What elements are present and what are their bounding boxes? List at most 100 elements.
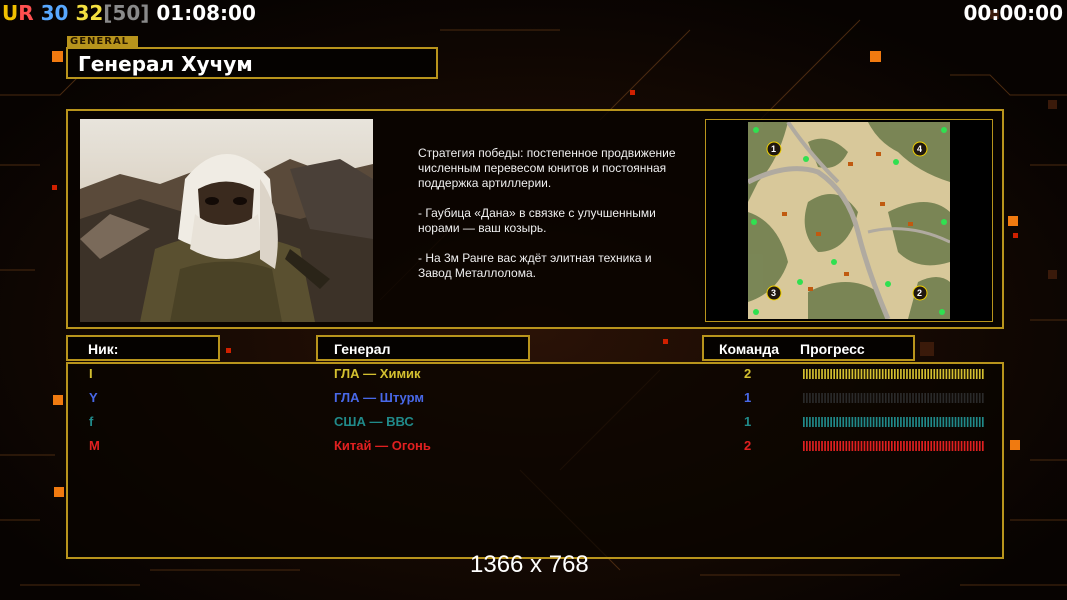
player-team: 2 bbox=[744, 438, 752, 453]
progress-tick bbox=[854, 441, 857, 451]
progress-tick bbox=[894, 369, 896, 379]
progress-tick bbox=[912, 441, 914, 451]
progress-tick bbox=[875, 441, 878, 451]
description-paragraph-1: Стратегия победы: постепенное продвижени… bbox=[418, 146, 676, 190]
progress-tick bbox=[818, 417, 820, 427]
progress-tick bbox=[978, 417, 981, 427]
header-general: Генерал bbox=[316, 335, 530, 361]
progress-tick bbox=[963, 369, 966, 379]
progress-tick bbox=[981, 417, 984, 427]
progress-tick bbox=[833, 441, 835, 451]
progress-tick bbox=[869, 369, 872, 379]
player-row: M Китай — Огонь 2 bbox=[68, 436, 1002, 458]
progress-tick bbox=[957, 369, 960, 379]
progress-tick bbox=[927, 441, 930, 451]
player-general: Китай — Огонь bbox=[334, 438, 431, 453]
progress-tick bbox=[860, 417, 863, 427]
player-progress-bar bbox=[803, 441, 984, 451]
player-row: I ГЛА — Химик 2 bbox=[68, 364, 1002, 386]
progress-tick bbox=[906, 369, 908, 379]
progress-tick bbox=[839, 441, 842, 451]
progress-tick bbox=[869, 417, 872, 427]
progress-tick bbox=[906, 393, 908, 403]
player-row: f США — ВВС 1 bbox=[68, 412, 1002, 434]
progress-tick bbox=[851, 417, 854, 427]
progress-tick bbox=[906, 441, 908, 451]
progress-tick bbox=[894, 417, 896, 427]
progress-tick bbox=[839, 369, 842, 379]
progress-tick bbox=[903, 441, 905, 451]
header-team-label: Команда bbox=[719, 341, 779, 357]
hud-value-1: 30 bbox=[40, 1, 69, 25]
progress-tick bbox=[975, 417, 978, 427]
progress-tick bbox=[969, 393, 972, 403]
progress-tick bbox=[948, 417, 951, 427]
progress-tick bbox=[884, 417, 887, 427]
map-start-2: 2 bbox=[917, 288, 922, 298]
progress-tick bbox=[966, 369, 969, 379]
progress-tick bbox=[842, 441, 845, 451]
progress-tick bbox=[824, 369, 826, 379]
progress-tick bbox=[821, 417, 823, 427]
progress-tick bbox=[933, 393, 936, 403]
progress-tick bbox=[975, 393, 978, 403]
progress-tick bbox=[918, 417, 920, 427]
progress-tick bbox=[848, 369, 851, 379]
progress-tick bbox=[954, 369, 957, 379]
progress-tick bbox=[927, 393, 930, 403]
progress-tick bbox=[830, 393, 832, 403]
progress-tick bbox=[894, 393, 896, 403]
progress-tick bbox=[975, 441, 978, 451]
progress-tick bbox=[881, 441, 884, 451]
progress-tick bbox=[809, 393, 811, 403]
progress-tick bbox=[936, 441, 939, 451]
progress-tick bbox=[951, 441, 954, 451]
progress-tick bbox=[903, 369, 905, 379]
player-team: 1 bbox=[744, 390, 752, 405]
progress-tick bbox=[809, 417, 811, 427]
progress-tick bbox=[818, 441, 820, 451]
progress-tick bbox=[936, 417, 939, 427]
progress-tick bbox=[815, 393, 817, 403]
progress-tick bbox=[963, 441, 966, 451]
progress-tick bbox=[960, 393, 963, 403]
progress-tick bbox=[897, 369, 899, 379]
progress-tick bbox=[933, 441, 936, 451]
progress-tick bbox=[833, 369, 835, 379]
player-general: ГЛА — Штурм bbox=[334, 390, 424, 405]
progress-tick bbox=[887, 441, 890, 451]
progress-tick bbox=[960, 441, 963, 451]
progress-tick bbox=[815, 369, 817, 379]
progress-tick bbox=[857, 393, 860, 403]
description-paragraph-2: - Гаубица «Дана» в связке с улучшенными … bbox=[418, 206, 656, 235]
progress-tick bbox=[975, 369, 978, 379]
map-image: 1 2 3 4 bbox=[748, 122, 950, 319]
progress-tick bbox=[824, 441, 826, 451]
progress-tick bbox=[806, 393, 808, 403]
progress-tick bbox=[906, 417, 908, 427]
player-team: 2 bbox=[744, 366, 752, 381]
progress-tick bbox=[845, 369, 848, 379]
progress-tick bbox=[921, 417, 923, 427]
progress-tick bbox=[978, 441, 981, 451]
progress-tick bbox=[912, 417, 914, 427]
map-start-4: 4 bbox=[917, 144, 922, 154]
progress-tick bbox=[833, 393, 835, 403]
player-general: ГЛА — Химик bbox=[334, 366, 421, 381]
progress-tick bbox=[803, 369, 805, 379]
player-progress-bar bbox=[803, 369, 984, 379]
progress-tick bbox=[842, 369, 845, 379]
progress-tick bbox=[903, 393, 905, 403]
progress-tick bbox=[924, 393, 926, 403]
progress-tick bbox=[909, 441, 911, 451]
hud-ur-u: U bbox=[2, 1, 19, 25]
progress-tick bbox=[824, 417, 826, 427]
progress-tick bbox=[981, 393, 984, 403]
progress-tick bbox=[963, 393, 966, 403]
progress-tick bbox=[872, 369, 875, 379]
player-row: Y ГЛА — Штурм 1 bbox=[68, 388, 1002, 410]
progress-tick bbox=[963, 417, 966, 427]
progress-tick bbox=[884, 369, 887, 379]
progress-tick bbox=[887, 417, 890, 427]
progress-tick bbox=[875, 417, 878, 427]
